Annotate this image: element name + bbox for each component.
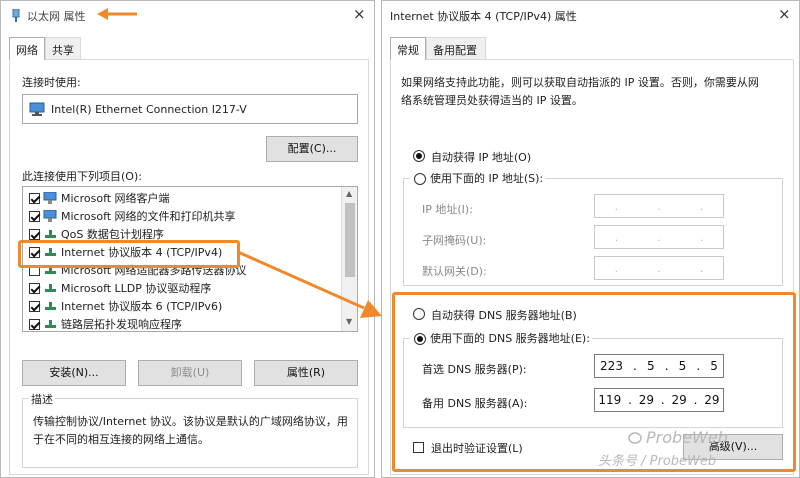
checkbox[interactable]	[29, 228, 40, 240]
list-item-label: Microsoft LLDP 协议驱动程序	[61, 282, 212, 295]
list-item-label: Internet 协议版本 6 (TCP/IPv6)	[61, 300, 223, 313]
list-item-label: Microsoft 网络的文件和打印机共享	[61, 210, 236, 223]
description-text-line-2: 于在不同的相互连接的网络上通信。	[33, 433, 209, 446]
description-group: 描述 传输控制协议/Internet 协议。该协议是默认的广域网络协议，用 于在…	[22, 391, 358, 468]
highlight-dns-section	[392, 292, 796, 472]
list-item[interactable]: Internet 协议版本 6 (TCP/IPv6)	[29, 297, 222, 315]
scroll-up-icon[interactable]: ▲	[346, 189, 352, 198]
list-item[interactable]: 链路层拓扑发现响应程序	[29, 315, 182, 331]
ip-address-label: IP 地址(I):	[422, 203, 473, 216]
brand-logo-icon	[628, 432, 642, 447]
properties-button[interactable]: 属性(R)	[254, 360, 358, 386]
ipv4-properties-window: Internet 协议版本 4 (TCP/IPv4) 属性 × 常规 备用配置 …	[381, 0, 800, 478]
annotation-arrow-icon	[97, 8, 137, 20]
close-button[interactable]: ×	[353, 5, 366, 23]
adapter-box: Intel(R) Ethernet Connection I217-V	[22, 94, 358, 124]
file-printer-sharing-icon	[43, 209, 58, 222]
configure-button[interactable]: 配置(C)...	[266, 136, 358, 162]
description-title: 描述	[29, 391, 55, 407]
uninstall-button: 卸载(U)	[138, 360, 242, 386]
network-client-icon	[43, 191, 58, 204]
list-item[interactable]: Microsoft 网络客户端	[29, 189, 170, 207]
subnet-mask-field: ...	[594, 225, 724, 249]
title-bar: Internet 协议版本 4 (TCP/IPv4) 属性 ×	[382, 1, 799, 31]
network-adapter-icon	[11, 8, 21, 22]
checkbox[interactable]	[29, 210, 40, 222]
manual-ip-label: 使用下面的 IP 地址(S):	[430, 172, 544, 185]
adapter-icon	[29, 102, 45, 119]
tab-general[interactable]: 常规	[390, 37, 426, 60]
adapter-name: Intel(R) Ethernet Connection I217-V	[51, 103, 247, 116]
checkbox[interactable]	[29, 300, 40, 312]
protocol-icon	[43, 300, 58, 312]
list-item[interactable]: Microsoft 网络的文件和打印机共享	[29, 207, 236, 225]
items-label: 此连接使用下列项目(O):	[22, 170, 142, 183]
auto-ip-label: 自动获得 IP 地址(O)	[431, 151, 532, 164]
tab-network[interactable]: 网络	[9, 37, 45, 60]
manual-ip-radio[interactable]	[414, 173, 426, 185]
close-button[interactable]: ×	[778, 5, 791, 23]
protocol-icon	[43, 318, 58, 330]
watermark-brand: ProbeWeb	[646, 428, 728, 447]
default-gateway-field: ...	[594, 256, 724, 280]
list-item-label: Microsoft 网络客户端	[61, 192, 170, 205]
intro-text-line-1: 如果网络支持此功能，则可以获取自动指派的 IP 设置。否则，你需要从网	[401, 76, 759, 89]
qos-icon	[43, 228, 58, 240]
checkbox[interactable]	[29, 192, 40, 204]
auto-ip-radio[interactable]	[413, 150, 425, 162]
ip-address-group: 使用下面的 IP 地址(S): IP 地址(I): ... 子网掩码(U): .…	[403, 170, 783, 286]
tab-sharing[interactable]: 共享	[45, 37, 81, 59]
list-item-label: 链路层拓扑发现响应程序	[61, 318, 182, 331]
manual-ip-title: 使用下面的 IP 地址(S):	[410, 170, 546, 186]
default-gateway-label: 默认网关(D):	[422, 265, 487, 278]
ethernet-properties-window: 以太网 属性 × 网络 共享 连接时使用: Intel(R) Ethernet …	[0, 0, 375, 478]
list-item[interactable]: Microsoft LLDP 协议驱动程序	[29, 279, 211, 297]
ip-address-field: ...	[594, 194, 724, 218]
window-title: 以太网 属性	[27, 10, 86, 23]
window-title: Internet 协议版本 4 (TCP/IPv4) 属性	[390, 10, 577, 23]
protocol-icon	[43, 282, 58, 294]
checkbox[interactable]	[29, 282, 40, 294]
watermark-source: 头条号 / ProbeWeb	[598, 454, 717, 469]
subnet-mask-label: 子网掩码(U):	[422, 234, 487, 247]
intro-text-line-2: 络系统管理员处获得适当的 IP 设置。	[401, 94, 583, 107]
description-text-line-1: 传输控制协议/Internet 协议。该协议是默认的广域网络协议，用	[33, 415, 348, 428]
checkbox[interactable]	[29, 318, 40, 330]
highlight-ipv4-item	[18, 240, 240, 268]
connect-using-label: 连接时使用:	[22, 76, 81, 89]
title-bar: 以太网 属性 ×	[1, 1, 374, 31]
install-button[interactable]: 安装(N)...	[22, 360, 126, 386]
tab-alternate-config[interactable]: 备用配置	[426, 37, 486, 59]
annotation-arrow-icon	[237, 250, 382, 318]
